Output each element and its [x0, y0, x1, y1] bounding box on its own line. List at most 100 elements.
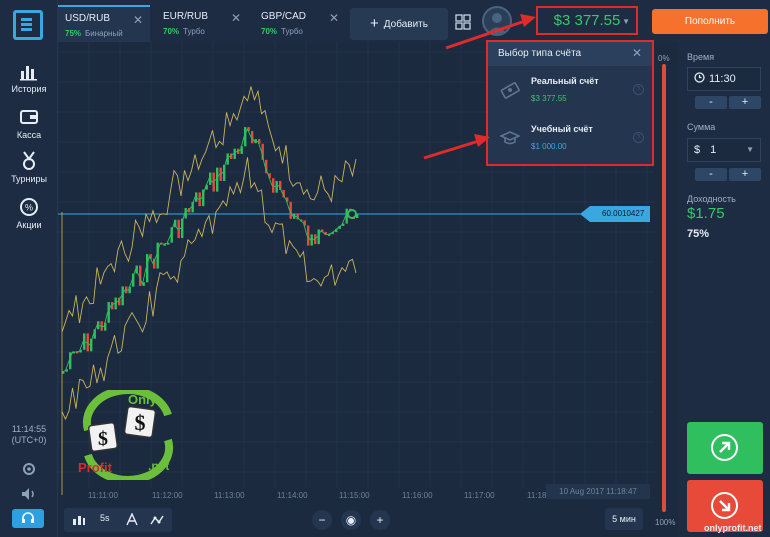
close-icon[interactable]: ✕ [632, 46, 642, 60]
time-axis-label: 11:11:00 [88, 491, 118, 500]
moving-average-line [61, 128, 357, 373]
tab-eur-rub[interactable]: EUR/RUB 70% Турбо ✕ [156, 5, 248, 42]
sidebar-item-label: История [11, 84, 47, 94]
tab-payout: 70% [163, 27, 180, 36]
balance-value: $3 377.55 [553, 12, 621, 29]
zoom-in-button[interactable]: + [370, 510, 390, 530]
sidebar-item-label: Касса [16, 130, 42, 140]
svg-text:$: $ [135, 410, 146, 435]
annotation-arrows [423, 14, 536, 160]
amount-increase-button[interactable]: + [729, 168, 761, 181]
svg-text:%: % [25, 203, 33, 213]
time-axis-label: 11:16:00 [402, 491, 433, 500]
time-axis-label: 11:13:00 [214, 491, 245, 500]
current-price-marker [347, 209, 357, 219]
time-axis-label: 11:12:00 [152, 491, 183, 500]
percent-badge-icon: % [20, 198, 38, 216]
watermark-suffix-text: .net [148, 459, 169, 473]
onlyprofit-watermark: $ $ Only Profit .net [78, 390, 174, 480]
sound-icon[interactable] [18, 485, 40, 503]
tab-option-type: Бинарный [85, 29, 123, 38]
amount-decrease-button[interactable]: - [695, 168, 727, 181]
time-axis-label: 11:15:00 [339, 491, 370, 500]
sidebar-item-promotions[interactable]: % Акции [0, 196, 58, 230]
indicators-icon[interactable] [126, 513, 138, 526]
bollinger-lower-band [61, 157, 357, 421]
expiry-time-value: 11:30 [709, 73, 736, 85]
sidebar-item-label: Акции [16, 220, 42, 230]
watermark-top-text: Only [128, 392, 158, 407]
amount-label: Сумма [687, 122, 716, 132]
headset-icon [22, 512, 34, 523]
clock-icon [694, 72, 705, 83]
amount-value: 1 [710, 144, 717, 156]
timeframe-button[interactable]: 5s [100, 513, 110, 523]
arrow-down-right-icon [711, 492, 738, 519]
svg-text:$: $ [98, 428, 108, 450]
chart-type-icon[interactable] [72, 514, 86, 526]
account-balance-dropdown[interactable]: $3 377.55 ▼ [536, 6, 638, 35]
profit-percent: 75% [687, 228, 710, 240]
sidebar-item-history[interactable]: История [0, 60, 58, 94]
call-up-button[interactable] [687, 422, 763, 474]
bollinger-upper-band [61, 86, 357, 333]
zoom-reset-button[interactable]: ◉ [341, 510, 361, 530]
tab-option-type: Турбо [281, 27, 303, 36]
clock-time: 11:14:55 [11, 424, 47, 434]
watermark-site-text: onlyprofit.net [704, 523, 762, 533]
top-bar: USD/RUB 75% Бинарный ✕ EUR/RUB 70% Турбо ✕… [58, 0, 770, 42]
tab-asset-name: GBP/CAD [261, 11, 307, 22]
tab-asset-name: EUR/RUB [163, 11, 209, 22]
drawing-tools-icon[interactable] [150, 514, 164, 526]
deposit-label: Пополнить [684, 16, 736, 27]
help-icon[interactable]: ? [633, 84, 644, 95]
current-price-tag: 60.0010427 [580, 206, 650, 222]
amount-currency: $ [694, 144, 701, 156]
time-decrease-button[interactable]: - [695, 96, 727, 109]
chart-tools-bar: 5s [64, 508, 172, 532]
clock-timezone: (UTC+0) [11, 435, 47, 445]
sidebar-item-cashier[interactable]: Касса [0, 106, 58, 140]
trader-sentiment-bar [662, 64, 666, 512]
left-sidebar: История Касса Турниры % Акции 11:14:55 (… [0, 0, 58, 537]
app-logo[interactable] [13, 10, 43, 40]
scale-bottom-label: 100% [655, 518, 676, 527]
sidebar-item-label: Турниры [11, 174, 47, 184]
time-axis-label: 11:14:00 [277, 491, 308, 500]
close-icon[interactable]: ✕ [133, 13, 143, 27]
wallet-icon [20, 110, 38, 124]
support-button[interactable] [12, 509, 44, 528]
profit-value: $1.75 [687, 205, 725, 222]
tab-gbp-cad[interactable]: GBP/CAD 70% Турбо ✕ [254, 5, 346, 42]
tab-payout: 70% [261, 27, 278, 36]
chart-bars-icon [20, 66, 37, 81]
tab-option-type: Турбо [183, 27, 205, 36]
scale-top-label: 0% [658, 54, 670, 63]
cursor-date-label: 10 Aug 2017 11:18:47 [546, 484, 650, 499]
candle-timeframe-button[interactable]: 5 мин [605, 508, 643, 530]
help-icon[interactable]: ? [633, 132, 644, 143]
close-icon[interactable]: ✕ [329, 11, 339, 25]
tab-payout: 75% [65, 29, 82, 38]
sidebar-item-tournaments[interactable]: Турниры [0, 150, 58, 184]
tab-usd-rub[interactable]: USD/RUB 75% Бинарный ✕ [58, 5, 150, 42]
time-label: Время [687, 52, 715, 62]
settings-gear-icon[interactable] [18, 460, 40, 478]
watermark-bottom-text: Profit [78, 460, 113, 475]
profit-label: Доходность [687, 194, 736, 204]
close-icon[interactable]: ✕ [231, 11, 241, 25]
trade-panel: Время 11:30 - + Сумма $1 ▼ - + Доходност… [678, 42, 770, 537]
zoom-out-button[interactable]: − [312, 510, 332, 530]
time-increase-button[interactable]: + [729, 96, 761, 109]
amount-field[interactable]: $1 ▼ [687, 138, 761, 162]
chevron-down-icon: ▼ [622, 17, 630, 26]
expiry-time-field[interactable]: 11:30 [687, 67, 761, 91]
medal-icon [23, 151, 35, 170]
deposit-button[interactable]: Пополнить [652, 9, 768, 34]
arrow-up-right-icon [711, 434, 738, 461]
chevron-down-icon: ▼ [746, 145, 754, 154]
plus-icon: + [370, 15, 379, 32]
time-axis-label: 11:17:00 [464, 491, 495, 500]
server-clock: 11:14:55 (UTC+0) [0, 424, 58, 446]
tab-asset-name: USD/RUB [65, 13, 111, 24]
